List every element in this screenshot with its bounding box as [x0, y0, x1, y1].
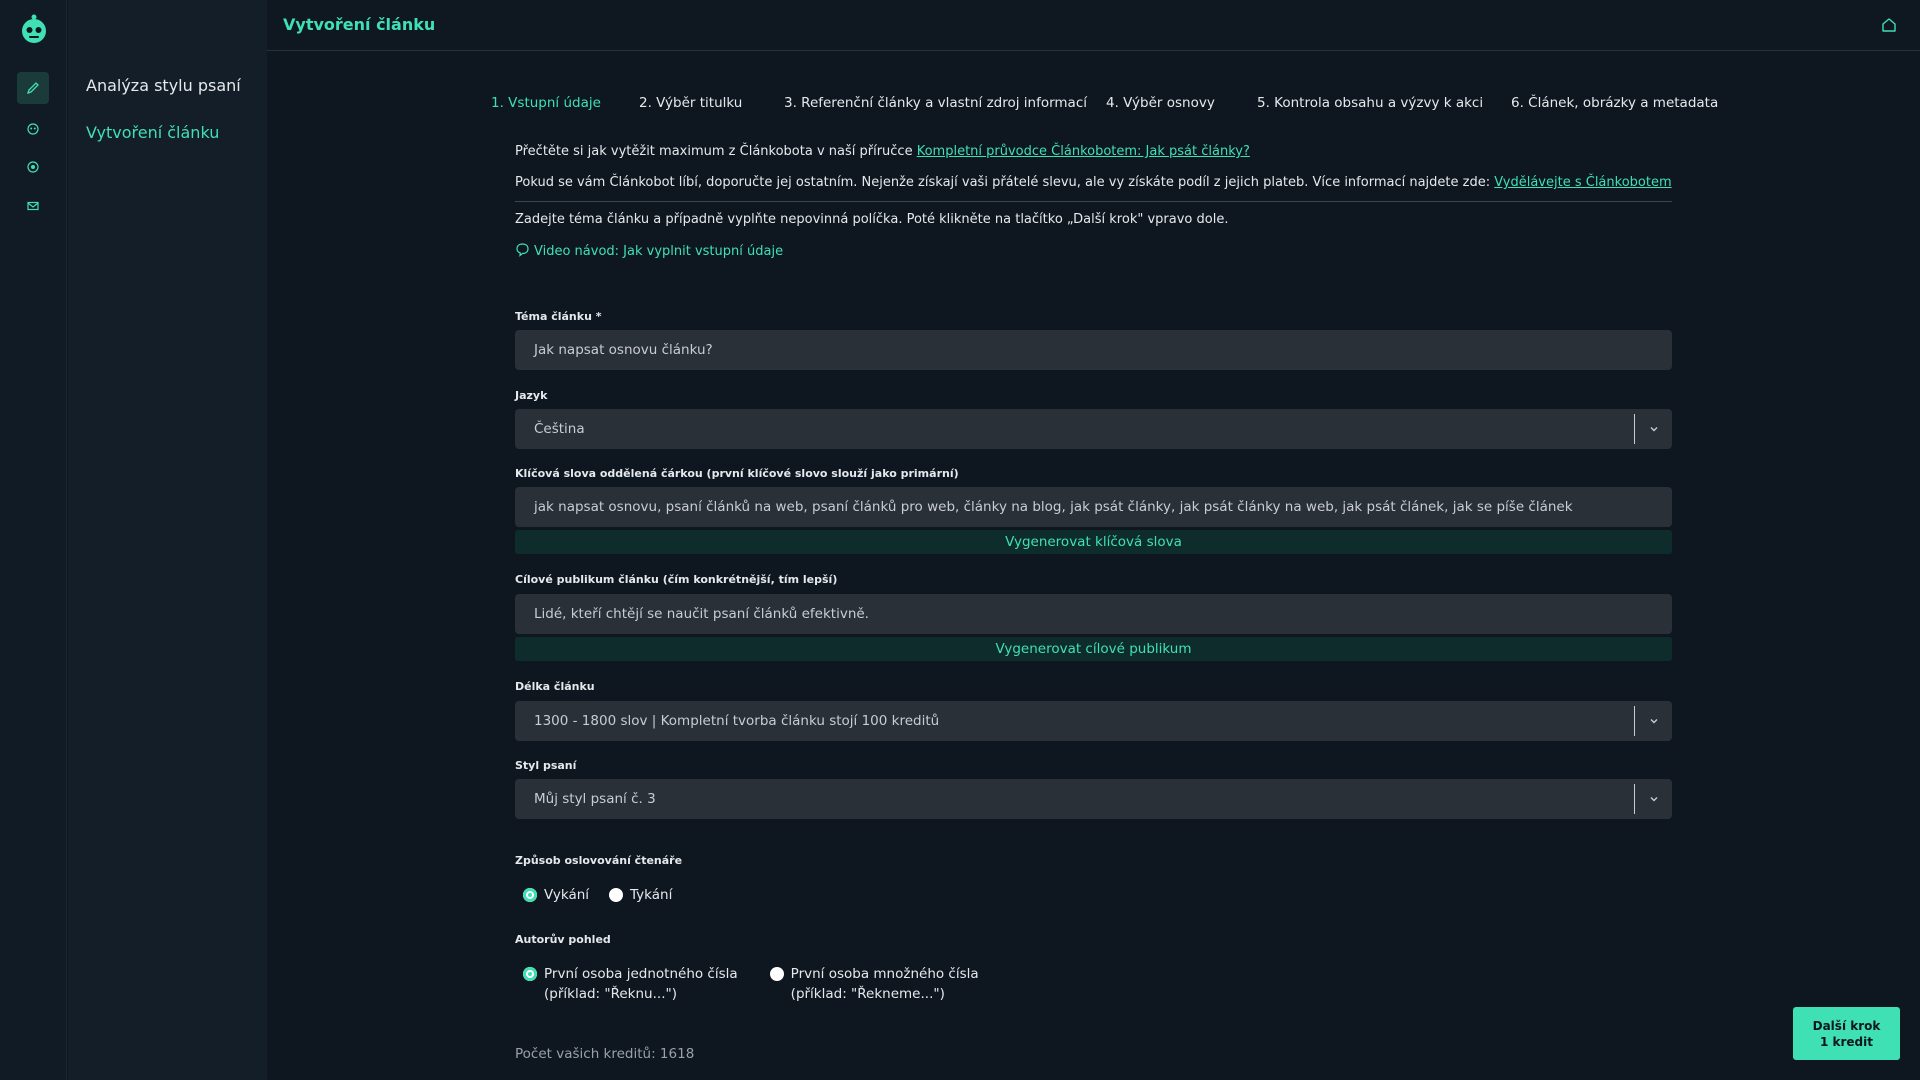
home-icon[interactable]: [1880, 16, 1898, 34]
radio-label: První osoba množného čísla (příklad: "Ře…: [791, 964, 979, 1004]
robot-logo-icon[interactable]: [17, 12, 51, 46]
instructions-text: Zadejte téma článku a případně vyplňte n…: [515, 212, 1229, 227]
radio-label-line1: První osoba množného čísla: [790, 966, 979, 982]
style-value: Můj styl psaní č. 3: [534, 791, 656, 807]
step-article-images-metadata[interactable]: 6. Článek, obrázky a metadata: [1511, 95, 1718, 111]
radio-label: Vykání: [544, 887, 590, 903]
audience-input[interactable]: Lidé, kteří chtějí se naučit psaní článk…: [515, 594, 1672, 634]
style-label: Styl psaní: [515, 759, 577, 772]
sidebar: Analýza stylu psaní Vytvoření článku: [68, 0, 267, 1080]
radio-option-vykani[interactable]: Vykání: [523, 885, 589, 905]
video-tutorial-label: Video návod: Jak vyplnit vstupní údaje: [534, 244, 784, 259]
mail-icon[interactable]: [17, 190, 49, 222]
radio-option-first-singular[interactable]: První osoba jednotného čísla (příklad: "…: [523, 964, 738, 1004]
radio-label-line2: (příklad: "Řekneme..."): [790, 986, 945, 1002]
keywords-label: Klíčová slova oddělená čárkou (první klí…: [515, 467, 959, 480]
radio-option-first-plural[interactable]: První osoba množného čísla (příklad: "Ře…: [769, 964, 979, 1004]
audience-label: Cílové publikum článku (čím konkrétnější…: [515, 573, 838, 586]
icon-bar: [0, 0, 67, 1080]
generate-audience-button[interactable]: Vygenerovat cílové publikum: [515, 637, 1672, 661]
next-step-cost: 1 kredit: [1819, 1034, 1873, 1049]
radio-label-line1: První osoba jednotného čísla: [544, 966, 738, 982]
step-outline-selection[interactable]: 4. Výběr osnovy: [1106, 95, 1215, 111]
chevron-down-icon: [1648, 423, 1660, 435]
radio-button[interactable]: [609, 888, 624, 902]
guide-link[interactable]: Kompletní průvodce Článkobotem: Jak psát…: [917, 144, 1250, 159]
next-step-button[interactable]: Další krok 1 kredit: [1793, 1007, 1900, 1060]
next-step-label: Další krok: [1812, 1018, 1881, 1033]
radio-button-checked[interactable]: [523, 967, 537, 981]
topic-input[interactable]: Jak napsat osnovu článku?: [515, 330, 1672, 370]
address-radio-group: Vykání Tykání: [523, 885, 692, 905]
radio-button[interactable]: [769, 967, 784, 981]
address-label: Způsob oslovování čtenáře: [515, 854, 683, 867]
guide-info: Přečtěte si jak vytěžit maximum z Článko…: [515, 144, 1250, 159]
credits-count: Počet vašich kreditů: 1618: [515, 1046, 695, 1062]
language-label: Jazyk: [515, 389, 548, 402]
length-value: 1300 - 1800 slov | Kompletní tvorba člán…: [534, 713, 940, 729]
divider: [515, 201, 1672, 202]
robot-icon[interactable]: [17, 112, 49, 144]
radio-label: První osoba jednotného čísla (příklad: "…: [544, 964, 738, 1004]
step-title-selection[interactable]: 2. Výběr titulku: [639, 95, 742, 111]
style-select[interactable]: Můj styl psaní č. 3: [515, 779, 1672, 819]
sidebar-item-writing-style-analysis[interactable]: Analýza stylu psaní: [86, 76, 241, 95]
page-title: Vytvoření článku: [283, 15, 436, 34]
language-value: Čeština: [534, 421, 585, 437]
step-input-data[interactable]: 1. Vstupní údaje: [491, 95, 601, 111]
referral-link[interactable]: Vydělávejte s Článkobotem: [1494, 175, 1671, 190]
top-bar: Vytvoření článku: [267, 0, 1920, 51]
radio-button-checked[interactable]: [523, 888, 537, 902]
perspective-radio-group: První osoba jednotného čísla (příklad: "…: [523, 964, 999, 1004]
perspective-label: Autorův pohled: [515, 933, 611, 946]
target-icon[interactable]: [17, 151, 49, 183]
radio-label-line2: (příklad: "Řeknu..."): [544, 986, 677, 1002]
guide-text: Přečtěte si jak vytěžit maximum z Článko…: [515, 144, 917, 159]
select-separator: [1634, 784, 1635, 814]
language-select[interactable]: Čeština: [515, 409, 1672, 449]
chevron-down-icon: [1648, 715, 1660, 727]
referral-text: Pokud se vám Článkobot líbí, doporučte j…: [515, 175, 1495, 190]
referral-info: Pokud se vám Článkobot líbí, doporučte j…: [515, 175, 1672, 190]
select-separator: [1634, 414, 1635, 444]
chevron-down-icon: [1648, 793, 1660, 805]
video-tutorial-link[interactable]: Video návod: Jak vyplnit vstupní údaje: [515, 242, 783, 261]
wizard-steps: 1. Vstupní údaje 2. Výběr titulku 3. Ref…: [0, 95, 1920, 115]
select-separator: [1634, 706, 1635, 736]
step-content-check[interactable]: 5. Kontrola obsahu a výzvy k akci: [1257, 95, 1483, 111]
keywords-input[interactable]: jak napsat osnovu, psaní článků na web, …: [515, 487, 1672, 527]
topic-label: Téma článku *: [515, 310, 602, 323]
video-bubble-icon: [515, 242, 530, 261]
length-label: Délka článku: [515, 680, 595, 693]
step-reference-articles[interactable]: 3. Referenční články a vlastní zdroj inf…: [784, 95, 1087, 111]
radio-label: Tykání: [630, 887, 673, 903]
sidebar-item-create-article[interactable]: Vytvoření článku: [86, 123, 219, 142]
length-select[interactable]: 1300 - 1800 slov | Kompletní tvorba člán…: [515, 701, 1672, 741]
radio-option-tykani[interactable]: Tykání: [609, 885, 672, 905]
generate-keywords-button[interactable]: Vygenerovat klíčová slova: [515, 530, 1672, 554]
